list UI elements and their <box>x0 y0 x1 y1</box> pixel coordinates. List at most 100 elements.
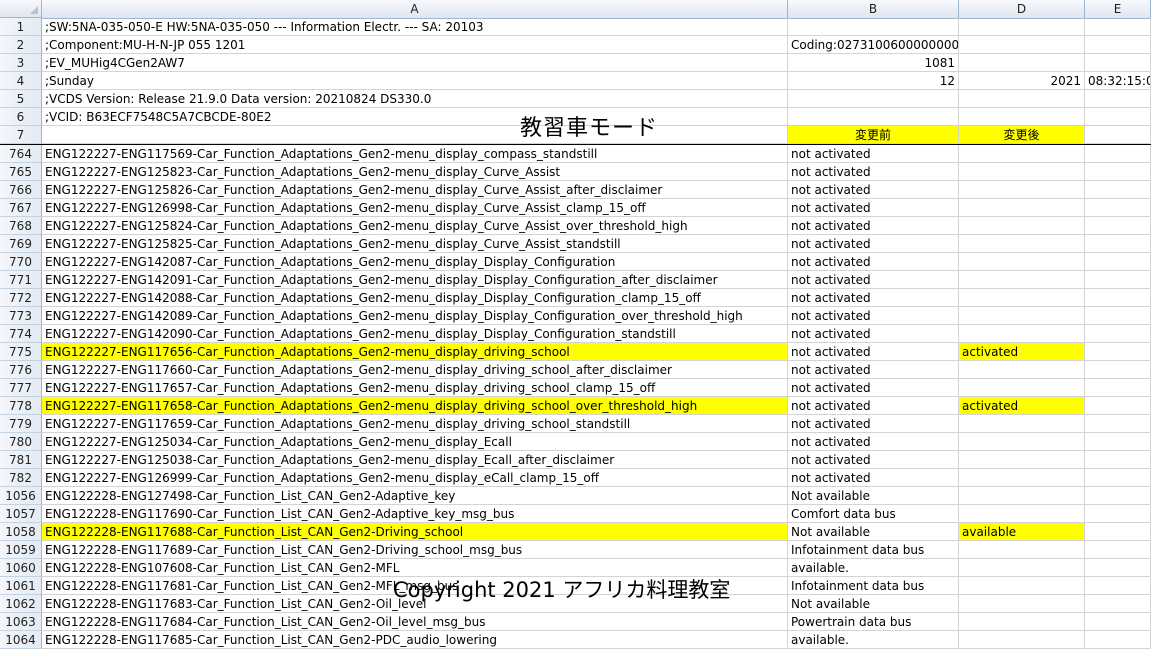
cell-b[interactable]: not activated <box>788 235 959 253</box>
cell-b[interactable]: not activated <box>788 199 959 217</box>
cell-b[interactable]: not activated <box>788 325 959 343</box>
cell-d[interactable] <box>959 415 1085 433</box>
cell-d[interactable] <box>959 451 1085 469</box>
row-number[interactable]: 1056 <box>0 487 42 505</box>
cell-d[interactable] <box>959 631 1085 649</box>
cell-e[interactable] <box>1085 90 1151 108</box>
row-number[interactable]: 5 <box>0 90 42 108</box>
row-number[interactable]: 782 <box>0 469 42 487</box>
cell-d[interactable] <box>959 289 1085 307</box>
cell-a[interactable]: ENG122227-ENG125038-Car_Function_Adaptat… <box>42 451 788 469</box>
cell-a[interactable]: ;VCDS Version: Release 21.9.0 Data versi… <box>42 90 788 108</box>
cell-a[interactable]: ENG122228-ENG117685-Car_Function_List_CA… <box>42 631 788 649</box>
cell-e[interactable] <box>1085 253 1151 271</box>
row-number[interactable]: 781 <box>0 451 42 469</box>
cell-b[interactable]: Powertrain data bus <box>788 613 959 631</box>
cell-e[interactable] <box>1085 505 1151 523</box>
cell-b[interactable]: not activated <box>788 433 959 451</box>
cell-a[interactable]: ENG122227-ENG125824-Car_Function_Adaptat… <box>42 217 788 235</box>
cell-b[interactable]: not activated <box>788 181 959 199</box>
row-number[interactable]: 1062 <box>0 595 42 613</box>
cell-e[interactable] <box>1085 613 1151 631</box>
cell-d[interactable] <box>959 559 1085 577</box>
cell-e[interactable] <box>1085 343 1151 361</box>
cell-a[interactable]: ENG122228-ENG117684-Car_Function_List_CA… <box>42 613 788 631</box>
cell-a[interactable]: ENG122228-ENG127498-Car_Function_List_CA… <box>42 487 788 505</box>
cell-e[interactable] <box>1085 541 1151 559</box>
cell-d[interactable]: activated <box>959 397 1085 415</box>
cell-b[interactable]: not activated <box>788 397 959 415</box>
cell-e[interactable] <box>1085 108 1151 126</box>
cell-a[interactable]: ;VCID: B63ECF7548C5A7CBCDE-80E2 <box>42 108 788 126</box>
row-number[interactable]: 770 <box>0 253 42 271</box>
cell-b[interactable]: Not available <box>788 595 959 613</box>
cell-b[interactable]: 12 <box>788 72 959 90</box>
row-number[interactable]: 769 <box>0 235 42 253</box>
cell-a[interactable] <box>42 126 788 144</box>
cell-b[interactable]: not activated <box>788 253 959 271</box>
cell-e[interactable] <box>1085 18 1151 36</box>
cell-b[interactable]: not activated <box>788 289 959 307</box>
cell-a[interactable]: ENG122228-ENG117690-Car_Function_List_CA… <box>42 505 788 523</box>
cell-b[interactable]: available. <box>788 559 959 577</box>
cell-b[interactable]: not activated <box>788 271 959 289</box>
cell-a[interactable]: ENG122227-ENG125034-Car_Function_Adaptat… <box>42 433 788 451</box>
cell-d[interactable] <box>959 613 1085 631</box>
cell-e[interactable] <box>1085 415 1151 433</box>
cell-d[interactable] <box>959 90 1085 108</box>
row-number[interactable]: 4 <box>0 72 42 90</box>
cell-d[interactable] <box>959 325 1085 343</box>
column-header-e[interactable]: E <box>1085 0 1151 18</box>
cell-e[interactable] <box>1085 307 1151 325</box>
cell-b[interactable]: Not available <box>788 523 959 541</box>
row-number[interactable]: 774 <box>0 325 42 343</box>
cell-a[interactable]: ENG122227-ENG117658-Car_Function_Adaptat… <box>42 397 788 415</box>
cell-b[interactable]: 1081 <box>788 54 959 72</box>
cell-d[interactable] <box>959 181 1085 199</box>
cell-a[interactable]: ENG122227-ENG142087-Car_Function_Adaptat… <box>42 253 788 271</box>
cell-e[interactable] <box>1085 487 1151 505</box>
cell-a[interactable]: ;SW:5NA-035-050-E HW:5NA-035-050 --- Inf… <box>42 18 788 36</box>
cell-b[interactable]: Comfort data bus <box>788 505 959 523</box>
cell-d[interactable]: 変更後 <box>959 126 1085 144</box>
cell-a[interactable]: ENG122227-ENG117657-Car_Function_Adaptat… <box>42 379 788 397</box>
cell-b[interactable]: not activated <box>788 379 959 397</box>
cell-e[interactable] <box>1085 199 1151 217</box>
cell-b[interactable]: not activated <box>788 145 959 163</box>
cell-a[interactable]: ENG122227-ENG117569-Car_Function_Adaptat… <box>42 145 788 163</box>
cell-e[interactable] <box>1085 397 1151 415</box>
cell-d[interactable] <box>959 307 1085 325</box>
row-number[interactable]: 7 <box>0 126 42 144</box>
cell-e[interactable] <box>1085 181 1151 199</box>
row-number[interactable]: 1 <box>0 18 42 36</box>
select-all-corner[interactable] <box>0 0 42 18</box>
cell-d[interactable] <box>959 361 1085 379</box>
row-number[interactable]: 3 <box>0 54 42 72</box>
cell-a[interactable]: ENG122227-ENG142089-Car_Function_Adaptat… <box>42 307 788 325</box>
cell-d[interactable] <box>959 163 1085 181</box>
cell-e[interactable] <box>1085 54 1151 72</box>
row-number[interactable]: 764 <box>0 145 42 163</box>
row-number[interactable]: 766 <box>0 181 42 199</box>
cell-b[interactable]: not activated <box>788 307 959 325</box>
row-number[interactable]: 1061 <box>0 577 42 595</box>
cell-e[interactable] <box>1085 325 1151 343</box>
cell-e[interactable] <box>1085 379 1151 397</box>
row-number[interactable]: 767 <box>0 199 42 217</box>
cell-a[interactable]: ENG122228-ENG117689-Car_Function_List_CA… <box>42 541 788 559</box>
cell-e[interactable] <box>1085 217 1151 235</box>
row-number[interactable]: 773 <box>0 307 42 325</box>
cell-a[interactable]: ENG122227-ENG126998-Car_Function_Adaptat… <box>42 199 788 217</box>
cell-a[interactable]: ENG122227-ENG126999-Car_Function_Adaptat… <box>42 469 788 487</box>
cell-d[interactable] <box>959 54 1085 72</box>
cell-a[interactable]: ENG122227-ENG142090-Car_Function_Adaptat… <box>42 325 788 343</box>
cell-a[interactable]: ;Sunday <box>42 72 788 90</box>
cell-e[interactable]: 08:32:15:0 <box>1085 72 1151 90</box>
cell-d[interactable]: 2021 <box>959 72 1085 90</box>
row-number[interactable]: 768 <box>0 217 42 235</box>
cell-b[interactable]: Infotainment data bus <box>788 577 959 595</box>
cell-b[interactable]: Not available <box>788 487 959 505</box>
row-number[interactable]: 2 <box>0 36 42 54</box>
row-number[interactable]: 777 <box>0 379 42 397</box>
cell-b[interactable] <box>788 90 959 108</box>
